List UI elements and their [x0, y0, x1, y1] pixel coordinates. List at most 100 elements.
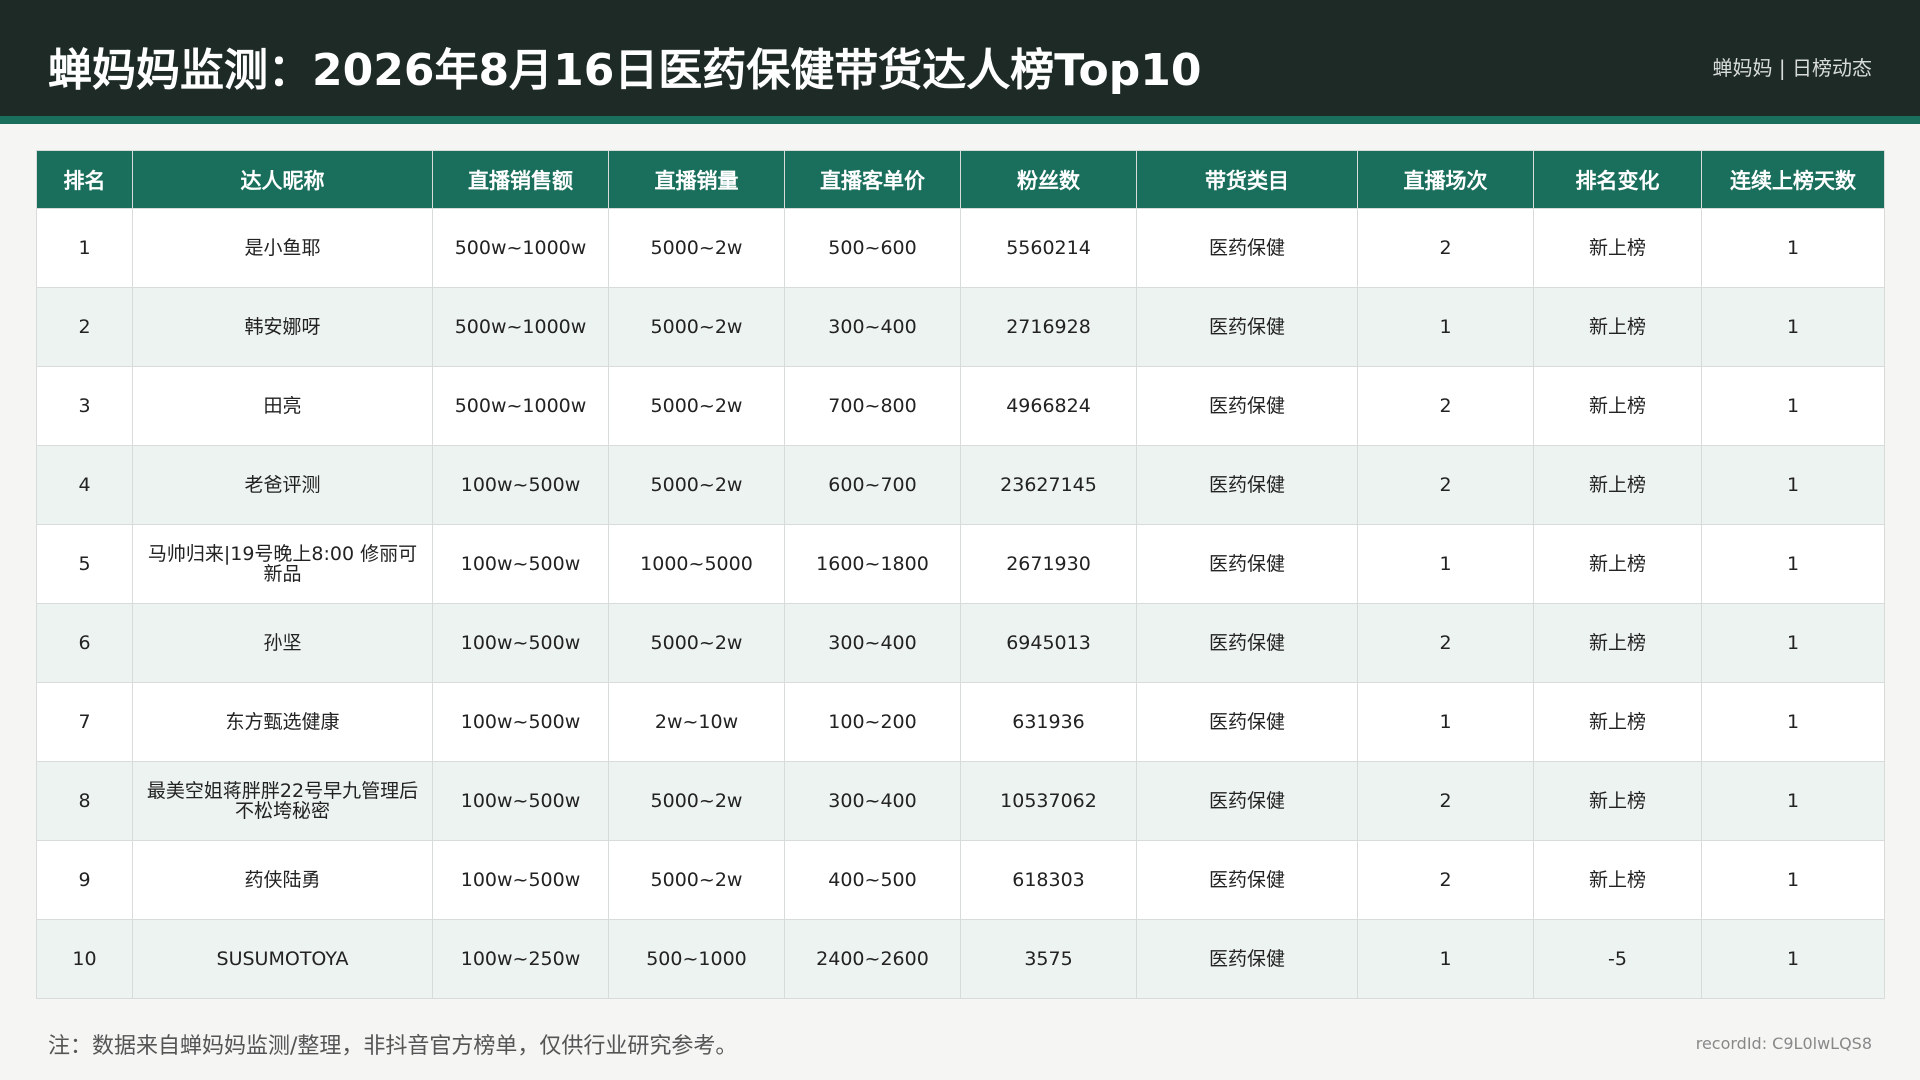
- cell-fans: 6945013: [960, 603, 1137, 683]
- cell-category: 医药保健: [1136, 287, 1358, 367]
- cell-unit-price: 500~600: [784, 208, 961, 288]
- cell-rank-change: 新上榜: [1533, 761, 1702, 841]
- table-row: 7 东方甄选健康 100w~500w 2w~10w 100~200 631936 医药保健 1…: [36, 682, 1885, 762]
- cell-category: 医药保健: [1136, 761, 1358, 841]
- cell-fans: 3575: [960, 919, 1137, 999]
- table-row: 8 最美空姐蒋胖胖22号早九管理后不松垮秘密 100w~500w 5000~2w 300…: [36, 761, 1885, 841]
- cell-fans: 631936: [960, 682, 1137, 762]
- cell-sessions: 1: [1357, 919, 1534, 999]
- cell-fans: 2716928: [960, 287, 1137, 367]
- cell-unit-price: 300~400: [784, 287, 961, 367]
- cell-sessions: 1: [1357, 524, 1534, 604]
- table-row: 9 药侠陆勇 100w~500w 5000~2w 400~500 618303 医药保健 2 新…: [36, 840, 1885, 920]
- cell-rank-change: -5: [1533, 919, 1702, 999]
- cell-streak-days: 1: [1701, 682, 1885, 762]
- cell-streak-days: 1: [1701, 761, 1885, 841]
- cell-nickname: SUSUMOTOYA: [132, 919, 433, 999]
- cell-rank: 10: [36, 919, 133, 999]
- cell-sessions: 1: [1357, 682, 1534, 762]
- cell-live-volume: 5000~2w: [608, 603, 785, 683]
- record-id: recordId: C9L0lwLQS8: [1695, 1034, 1872, 1053]
- cell-unit-price: 2400~2600: [784, 919, 961, 999]
- cell-unit-price: 400~500: [784, 840, 961, 920]
- cell-rank: 1: [36, 208, 133, 288]
- column-header-streak-days: 连续上榜天数: [1701, 150, 1885, 209]
- cell-sessions: 2: [1357, 761, 1534, 841]
- column-header-rank-change: 排名变化: [1533, 150, 1702, 209]
- cell-live-volume: 5000~2w: [608, 287, 785, 367]
- cell-rank-change: 新上榜: [1533, 840, 1702, 920]
- cell-category: 医药保健: [1136, 366, 1358, 446]
- cell-unit-price: 100~200: [784, 682, 961, 762]
- cell-fans: 4966824: [960, 366, 1137, 446]
- cell-streak-days: 1: [1701, 919, 1885, 999]
- footer-note: 注：数据来自蝉妈妈监测/整理，非抖音官方榜单，仅供行业研究参考。: [48, 1034, 738, 1059]
- cell-live-sales: 100w~500w: [432, 840, 609, 920]
- cell-live-sales: 100w~250w: [432, 919, 609, 999]
- cell-rank-change: 新上榜: [1533, 366, 1702, 446]
- cell-unit-price: 700~800: [784, 366, 961, 446]
- cell-nickname: 田亮: [132, 366, 433, 446]
- column-header-rank: 排名: [36, 150, 133, 209]
- page-title: 蝉妈妈监测：2026年8月16日医药保健带货达人榜Top10: [48, 45, 1202, 96]
- cell-streak-days: 1: [1701, 524, 1885, 604]
- cell-category: 医药保健: [1136, 919, 1358, 999]
- cell-live-sales: 500w~1000w: [432, 366, 609, 446]
- cell-sessions: 2: [1357, 840, 1534, 920]
- cell-nickname: 韩安娜呀: [132, 287, 433, 367]
- cell-rank-change: 新上榜: [1533, 682, 1702, 762]
- cell-live-volume: 500~1000: [608, 919, 785, 999]
- cell-nickname: 东方甄选健康: [132, 682, 433, 762]
- cell-unit-price: 300~400: [784, 603, 961, 683]
- cell-live-sales: 500w~1000w: [432, 287, 609, 367]
- table-row: 10 SUSUMOTOYA 100w~250w 500~1000 2400~2600 35…: [36, 919, 1885, 999]
- cell-nickname: 最美空姐蒋胖胖22号早九管理后不松垮秘密: [132, 761, 433, 841]
- ranking-table-container: 排名 达人昵称 直播销售额 直播销量 直播客单价 粉丝数 带货类目 直播场次 排…: [36, 150, 1885, 999]
- cell-live-sales: 500w~1000w: [432, 208, 609, 288]
- cell-nickname: 马帅归来|19号晚上8:00 修丽可新品: [132, 524, 433, 604]
- cell-live-sales: 100w~500w: [432, 603, 609, 683]
- cell-live-volume: 5000~2w: [608, 761, 785, 841]
- cell-unit-price: 1600~1800: [784, 524, 961, 604]
- cell-fans: 2671930: [960, 524, 1137, 604]
- cell-live-volume: 5000~2w: [608, 840, 785, 920]
- cell-unit-price: 600~700: [784, 445, 961, 525]
- cell-streak-days: 1: [1701, 287, 1885, 367]
- cell-streak-days: 1: [1701, 840, 1885, 920]
- cell-sessions: 1: [1357, 287, 1534, 367]
- table-row: 4 老爸评测 100w~500w 5000~2w 600~700 23627145 医药保健…: [36, 445, 1885, 525]
- cell-streak-days: 1: [1701, 445, 1885, 525]
- cell-rank-change: 新上榜: [1533, 445, 1702, 525]
- ranking-table: 排名 达人昵称 直播销售额 直播销量 直播客单价 粉丝数 带货类目 直播场次 排…: [36, 150, 1885, 999]
- cell-rank: 8: [36, 761, 133, 841]
- cell-streak-days: 1: [1701, 366, 1885, 446]
- cell-nickname: 是小鱼耶: [132, 208, 433, 288]
- cell-streak-days: 1: [1701, 208, 1885, 288]
- header-accent-stripe: [0, 116, 1920, 124]
- cell-nickname: 老爸评测: [132, 445, 433, 525]
- cell-category: 医药保健: [1136, 524, 1358, 604]
- table-row: 2 韩安娜呀 500w~1000w 5000~2w 300~400 2716928 医药保健…: [36, 287, 1885, 367]
- column-header-sessions: 直播场次: [1357, 150, 1534, 209]
- cell-rank: 2: [36, 287, 133, 367]
- cell-fans: 23627145: [960, 445, 1137, 525]
- cell-category: 医药保健: [1136, 208, 1358, 288]
- cell-rank-change: 新上榜: [1533, 603, 1702, 683]
- brand-label: 蝉妈妈 | 日榜动态: [1712, 56, 1872, 80]
- cell-sessions: 2: [1357, 366, 1534, 446]
- cell-category: 医药保健: [1136, 682, 1358, 762]
- cell-sessions: 2: [1357, 445, 1534, 525]
- cell-fans: 10537062: [960, 761, 1137, 841]
- cell-live-sales: 100w~500w: [432, 761, 609, 841]
- cell-streak-days: 1: [1701, 603, 1885, 683]
- table-row: 3 田亮 500w~1000w 5000~2w 700~800 4966824 医药保健 2 新…: [36, 366, 1885, 446]
- table-row: 1 是小鱼耶 500w~1000w 5000~2w 500~600 5560214 医药保健…: [36, 208, 1885, 288]
- cell-sessions: 2: [1357, 603, 1534, 683]
- column-header-live-volume: 直播销量: [608, 150, 785, 209]
- table-body: 1 是小鱼耶 500w~1000w 5000~2w 500~600 5560214 医药保健…: [36, 208, 1885, 999]
- cell-nickname: 孙坚: [132, 603, 433, 683]
- cell-live-volume: 5000~2w: [608, 208, 785, 288]
- cell-nickname: 药侠陆勇: [132, 840, 433, 920]
- cell-live-volume: 1000~5000: [608, 524, 785, 604]
- cell-sessions: 2: [1357, 208, 1534, 288]
